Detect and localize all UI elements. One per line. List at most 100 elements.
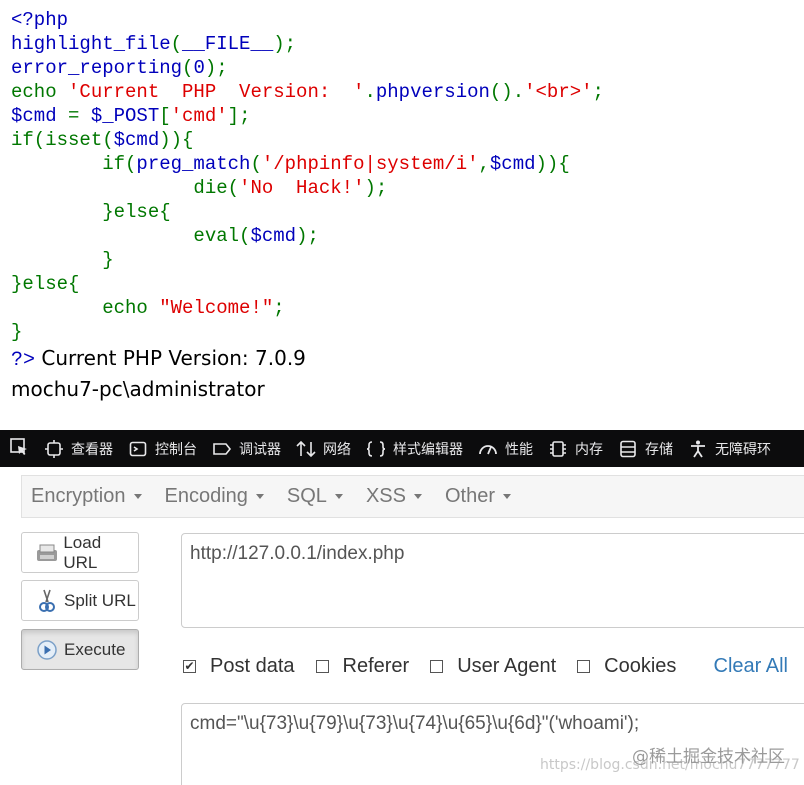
debugger-icon — [212, 439, 232, 459]
juejin-watermark: @稀土掘金技术社区 — [632, 747, 785, 767]
caret-down-icon — [413, 494, 422, 499]
code-token: 'cmd' — [170, 105, 228, 127]
code-token: __FILE__ — [182, 33, 274, 55]
devtools-tab[interactable]: 网络 — [290, 430, 360, 467]
code-token: echo — [11, 297, 160, 319]
devtools-tab[interactable]: 内存 — [542, 430, 612, 467]
code-token: "Welcome!" — [159, 297, 274, 319]
version-text: Current PHP Version: 7.0.9 — [35, 346, 306, 370]
memory-icon — [548, 439, 568, 459]
url-value: http://127.0.0.1/index.php — [190, 543, 405, 564]
devtools-toolbar: 查看器 控制台 调试器 网络 样式编辑器 性能 内存 存储 无障碍环 — [0, 430, 804, 467]
url-input[interactable]: http://127.0.0.1/index.php — [181, 533, 804, 628]
load-url-button[interactable]: Load URL — [21, 532, 139, 573]
code-token: , — [478, 153, 490, 175]
option-post-data[interactable]: ✔ Post data — [181, 655, 295, 678]
execute-button[interactable]: Execute — [21, 629, 139, 670]
code-token: $cmd — [489, 153, 536, 175]
version-output-line: ?> Current PHP Version: 7.0.9 — [11, 344, 306, 375]
code-token: ( — [250, 153, 262, 175]
devtools-tab[interactable]: 无障碍环 — [682, 430, 780, 467]
code-line: eval($cmd); — [11, 224, 604, 248]
option-label: User Agent — [457, 654, 557, 677]
code-token: . — [364, 81, 376, 103]
code-line: <?php — [11, 8, 604, 32]
devtools-tab[interactable]: 样式编辑器 — [360, 430, 472, 467]
element-picker-button[interactable] — [0, 430, 38, 467]
menu-encryption[interactable]: Encryption — [22, 485, 156, 508]
code-token: '<br>' — [524, 81, 593, 103]
code-token: )){ — [159, 129, 194, 151]
menu-encoding[interactable]: Encoding — [156, 485, 278, 508]
checkbox[interactable]: ✔ — [183, 659, 196, 673]
code-token: } — [11, 321, 23, 343]
devtools-tab[interactable]: 控制台 — [122, 430, 206, 467]
code-token: ( — [170, 33, 183, 55]
devtools-tab[interactable]: 调试器 — [206, 430, 290, 467]
performance-icon — [478, 439, 498, 459]
code-token: ]; — [227, 105, 251, 127]
code-line: die('No Hack!'); — [11, 176, 604, 200]
devtools-tab-label: 调试器 — [239, 441, 281, 458]
devtools-tab-label: 存储 — [645, 441, 673, 458]
option-referer[interactable]: Referer — [314, 654, 410, 678]
execute-label: Execute — [64, 639, 126, 659]
code-token: echo — [11, 81, 69, 103]
inspector-icon — [44, 439, 64, 459]
option-user-agent[interactable]: User Agent — [428, 655, 556, 678]
devtools-tab[interactable]: 存储 — [612, 430, 682, 467]
code-token: $cmd — [113, 129, 160, 151]
code-token: '/phpinfo|system/i' — [261, 153, 479, 175]
code-token: $_POST — [90, 105, 160, 127]
option-label: Cookies — [604, 654, 677, 677]
code-token: ); — [204, 57, 228, 79]
menu-xss[interactable]: XSS — [357, 485, 436, 508]
devtools-tab[interactable]: 性能 — [472, 430, 542, 467]
code-token: ); — [296, 225, 319, 247]
menu-sql[interactable]: SQL — [278, 485, 357, 508]
code-line: if(isset($cmd)){ — [11, 128, 604, 152]
caret-down-icon — [503, 494, 511, 499]
menu-label: Encoding — [164, 485, 248, 507]
caret-down-icon — [255, 494, 264, 499]
checkbox[interactable] — [315, 659, 329, 673]
php-source-code: <?php highlight_file(__FILE__); error_repo… — [11, 8, 604, 344]
code-token: $cmd — [11, 105, 69, 127]
code-token: = — [68, 105, 91, 127]
split-url-button[interactable]: Split URL — [21, 580, 139, 621]
element-picker-icon — [9, 437, 29, 461]
post-data-value: cmd="\u{73}\u{79}\u{73}\u{74}\u{65}\u{6d… — [190, 713, 640, 734]
menu-label: XSS — [365, 485, 406, 507]
option-cookies[interactable]: Cookies — [575, 655, 676, 678]
php-close-tag: ?> — [11, 349, 36, 372]
code-token: die( — [11, 177, 240, 199]
code-line: }else{ — [11, 200, 604, 224]
code-token: <?php — [11, 9, 69, 31]
menu-label: Encryption — [31, 485, 126, 507]
code-token: [ — [159, 105, 171, 127]
devtools-tab[interactable]: 查看器 — [38, 430, 122, 467]
code-token: if( — [11, 153, 137, 175]
code-line: if(preg_match('/phpinfo|system/i',$cmd))… — [11, 152, 604, 176]
clear-all-link[interactable]: Clear All — [714, 655, 788, 678]
code-line: } — [11, 248, 604, 272]
caret-down-icon — [334, 494, 343, 499]
code-token: }else{ — [11, 201, 171, 223]
menu-other[interactable]: Other — [436, 485, 525, 508]
storage-icon — [618, 439, 638, 459]
option-label: Referer — [342, 654, 410, 677]
devtools-tab-label: 性能 — [505, 441, 533, 458]
code-token: 'Current PHP Version: ' — [68, 81, 365, 103]
checkbox[interactable] — [577, 659, 591, 673]
code-token: preg_match — [136, 153, 251, 175]
code-token: if(isset( — [11, 129, 114, 151]
checkbox[interactable] — [430, 659, 444, 673]
scissors-icon — [34, 588, 60, 614]
code-token: 0 — [193, 57, 205, 79]
devtools-tab-label: 网络 — [323, 441, 351, 458]
console-icon — [128, 439, 148, 459]
code-line: error_reporting(0); — [11, 56, 604, 80]
style-editor-icon — [366, 439, 386, 459]
code-line: $cmd = $_POST['cmd']; — [11, 104, 604, 128]
code-token: }else{ — [11, 273, 80, 295]
